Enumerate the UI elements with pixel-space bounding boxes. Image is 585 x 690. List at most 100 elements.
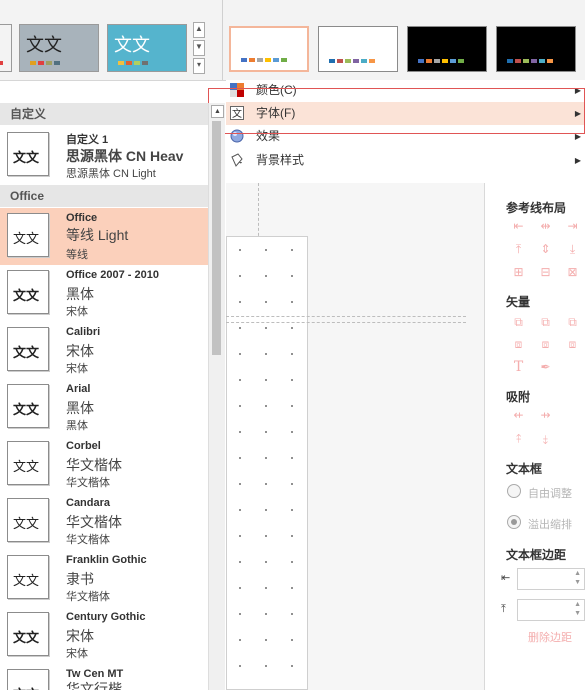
ribbon-gallery: 文文 文文 ▲ ▼ ▾ xyxy=(0,0,585,81)
heading-font-name: 黑体 xyxy=(66,286,94,302)
scrollbar-thumb[interactable] xyxy=(212,121,221,355)
guide-center-v-icon[interactable]: ⇕ xyxy=(539,243,552,256)
body-font-name: 黑体 xyxy=(66,420,88,432)
font-item-custom-1[interactable]: 文文 自定义 1 思源黑体 CN Heav 思源黑体 CN Light xyxy=(0,127,208,184)
snap-left-icon[interactable]: ⇷ xyxy=(512,409,525,422)
snap-down-icon[interactable]: ⤈ xyxy=(539,433,552,446)
fragment-icon[interactable]: ⧉ xyxy=(566,316,579,329)
vector-title: 矢量 xyxy=(506,295,531,309)
scroll-up-icon[interactable]: ▲ xyxy=(211,105,224,118)
heading-font-name: 华文楷体 xyxy=(66,514,122,530)
section-header-office: Office xyxy=(0,185,208,207)
variant-thumbnail-1[interactable] xyxy=(229,26,309,72)
union-icon[interactable]: ⧉ xyxy=(512,316,525,329)
font-preview-thumbnail: 文文 xyxy=(7,270,49,314)
heading-font-name: 黑体 xyxy=(66,400,94,416)
heading-font-name: 隶书 xyxy=(66,571,94,587)
left-margin-input[interactable]: ▲ ▼ xyxy=(517,568,585,590)
heading-font-name: 华文楷体 xyxy=(66,457,122,473)
spin-down-icon: ▼ xyxy=(574,610,581,617)
font-item-tw-cen-mt[interactable]: 文文 Tw Cen MT 华文行楷 xyxy=(0,664,208,690)
font-preview-thumbnail: 文文 xyxy=(7,498,49,542)
variant-thumbnail-2[interactable] xyxy=(318,26,398,72)
guide-right-icon[interactable]: ⇥ xyxy=(566,220,579,233)
guide-bottom-icon[interactable]: ⤓ xyxy=(566,243,579,256)
textbox-margin-title: 文本框边距 xyxy=(506,548,567,562)
overflow-radio[interactable] xyxy=(507,515,521,529)
menu-item-background-styles[interactable]: 背景样式 ▶ xyxy=(226,149,585,172)
snap-title: 吸附 xyxy=(506,390,531,404)
combine-icon[interactable]: ⧉ xyxy=(539,316,552,329)
font-preview-thumbnail: 文文 xyxy=(7,612,49,656)
guide-top-icon[interactable]: ⤒ xyxy=(512,243,525,256)
grid-icon[interactable]: ⊠ xyxy=(566,266,579,279)
heading-font-name: 等线 Light xyxy=(66,227,129,243)
font-preview-thumbnail: 文文 xyxy=(7,327,49,371)
font-scheme-name: 自定义 1 xyxy=(66,134,109,146)
font-gallery-scrollbar[interactable]: ▲ xyxy=(208,103,225,690)
top-margin-icon: ⤒ xyxy=(501,603,506,615)
theme-thumbnail-0[interactable] xyxy=(0,24,12,72)
font-item-office-2007-2010[interactable]: 文文 Office 2007 - 2010 黑体 宋体 xyxy=(0,265,208,322)
guide-left-icon[interactable]: ⇤ xyxy=(512,220,525,233)
highlight-annotation-box xyxy=(208,88,585,134)
body-font-name: 宋体 xyxy=(66,648,88,660)
layout-tools-pane: 参考线布局 ⇤ ⇹ ⇥ ⤒ ⇕ ⤓ ⊞ ⊟ ⊠ 矢量 ⧉ ⧉ ⧉ ⧈ ⧈ ⧈ T… xyxy=(485,183,585,690)
autofit-label: 自由调整 xyxy=(528,488,572,500)
font-gallery: 自定义 文文 自定义 1 思源黑体 CN Heav 思源黑体 CN Light … xyxy=(0,103,213,690)
guides-layout-title: 参考线布局 xyxy=(506,201,567,215)
font-scheme-name: Candara xyxy=(66,497,111,509)
font-item-candara[interactable]: 文文 Candara 华文楷体 华文楷体 xyxy=(0,493,208,550)
theme-glyph: 文文 xyxy=(114,35,150,56)
distribute-v-icon[interactable]: ⊟ xyxy=(539,266,552,279)
menu-item-label: 背景样式 xyxy=(256,153,305,167)
split-icon[interactable]: ⧈ xyxy=(566,338,579,351)
overflow-label: 溢出缩排 xyxy=(528,519,572,531)
subtract-icon[interactable]: ⧈ xyxy=(539,338,552,351)
font-preview-thumbnail: 文文 xyxy=(7,384,49,428)
variant-thumbnail-3[interactable] xyxy=(407,26,487,72)
font-scheme-name: Corbel xyxy=(66,440,101,452)
top-margin-input[interactable]: ▲ ▼ xyxy=(517,599,585,621)
font-preview-thumbnail: 文文 xyxy=(7,441,49,485)
guide-center-h-icon[interactable]: ⇹ xyxy=(539,220,552,233)
heading-font-name: 宋体 xyxy=(66,343,94,359)
variant-thumbnail-4[interactable] xyxy=(496,26,576,72)
body-font-name: 宋体 xyxy=(66,306,88,318)
heading-font-name: 宋体 xyxy=(66,628,94,644)
delete-margin-button[interactable]: 删除边距 xyxy=(528,629,572,645)
text-to-shape-icon[interactable]: T xyxy=(512,360,525,374)
gallery-more-icon[interactable]: ▾ xyxy=(193,58,205,74)
body-font-name: 华文楷体 xyxy=(66,534,110,546)
font-scheme-name: Office 2007 - 2010 xyxy=(66,269,159,281)
font-scheme-name: Franklin Gothic xyxy=(66,554,147,566)
autofit-radio[interactable] xyxy=(507,484,521,498)
font-item-franklin-gothic[interactable]: 文文 Franklin Gothic 隶书 华文楷体 xyxy=(0,550,208,607)
intersect-icon[interactable]: ⧈ xyxy=(512,338,525,351)
font-item-office[interactable]: 文文 Office 等线 Light 等线 xyxy=(0,208,208,265)
ribbon-divider xyxy=(222,0,223,80)
gallery-scroll-up-icon[interactable]: ▲ xyxy=(193,22,205,38)
heading-font-name: 华文行楷 xyxy=(66,681,122,690)
font-item-corbel[interactable]: 文文 Corbel 华文楷体 华文楷体 xyxy=(0,436,208,493)
spin-up-icon: ▲ xyxy=(574,601,581,608)
spin-up-icon: ▲ xyxy=(574,570,581,577)
font-preview-thumbnail: 文文 xyxy=(7,132,49,176)
font-preview-thumbnail: 文文 xyxy=(7,213,49,257)
body-font-name: 华文楷体 xyxy=(66,591,110,603)
dot-grid xyxy=(227,237,307,689)
font-item-arial[interactable]: 文文 Arial 黑体 黑体 xyxy=(0,379,208,436)
left-margin-icon: ⇤ xyxy=(501,572,511,584)
distribute-h-icon[interactable]: ⊞ xyxy=(512,266,525,279)
snap-up-icon[interactable]: ⤉ xyxy=(512,433,525,446)
snap-right-icon[interactable]: ⇸ xyxy=(539,409,552,422)
theme-thumbnail-1[interactable]: 文文 xyxy=(19,24,99,72)
gallery-scroll-down-icon[interactable]: ▼ xyxy=(193,40,205,56)
guide-line-horizontal[interactable] xyxy=(226,316,466,323)
font-item-century-gothic[interactable]: 文文 Century Gothic 宋体 宋体 xyxy=(0,607,208,664)
font-preview-thumbnail: 文文 xyxy=(7,669,49,690)
theme-thumbnail-2[interactable]: 文文 xyxy=(107,24,187,72)
pen-icon[interactable]: ✒ xyxy=(539,361,552,374)
body-font-name: 等线 xyxy=(66,249,88,261)
font-item-calibri[interactable]: 文文 Calibri 宋体 宋体 xyxy=(0,322,208,379)
